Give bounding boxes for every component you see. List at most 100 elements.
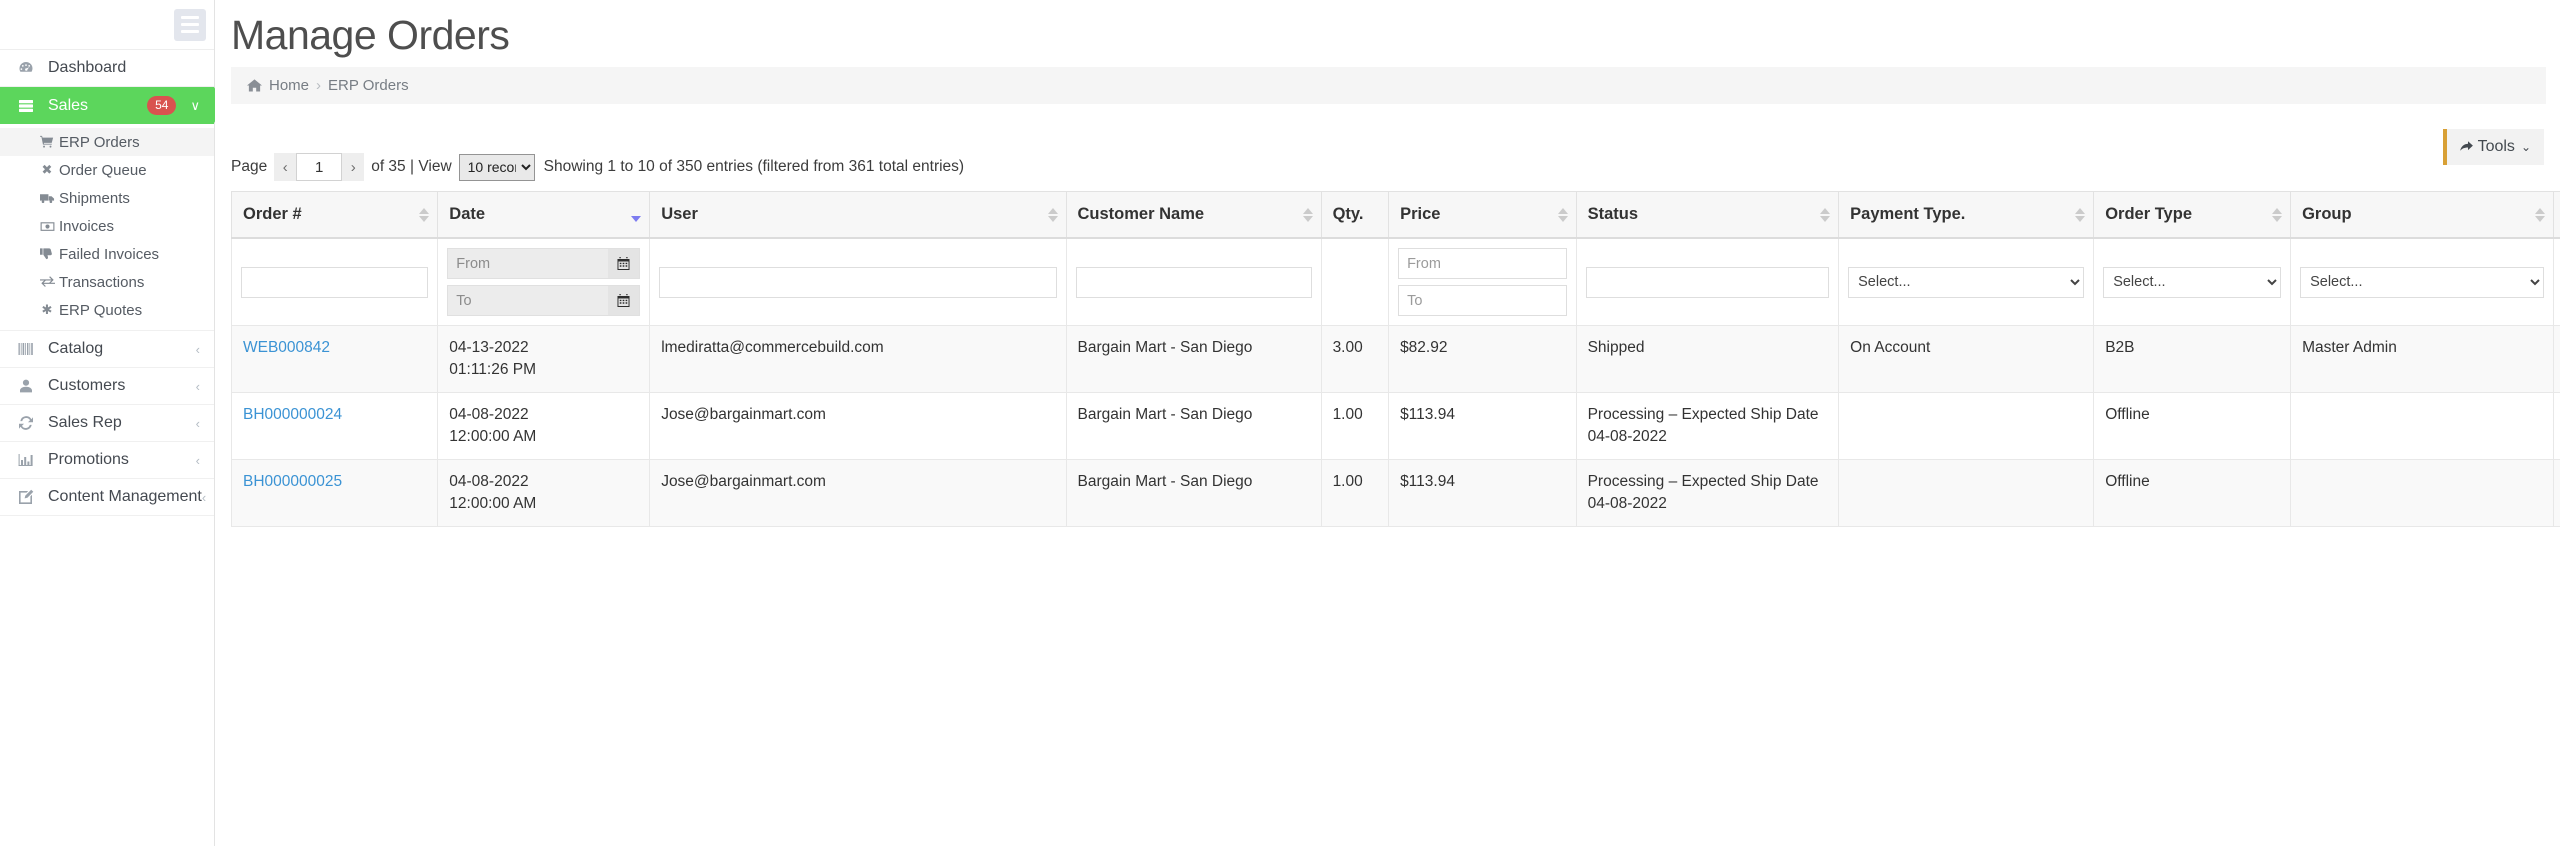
page-number-input[interactable] [296, 153, 342, 181]
sales-submenu: ERP Orders ✖ Order Queue Shipments Invoi… [0, 124, 214, 331]
chevron-right-icon[interactable]: ‹ [202, 490, 206, 505]
exchange-icon [38, 275, 56, 290]
chevron-right-icon[interactable]: ‹ [196, 453, 200, 468]
column-label: Status [1588, 205, 1638, 223]
sidebar-item-content-management[interactable]: Content Management ‹ [0, 479, 214, 516]
filter-date-to-input[interactable] [448, 286, 608, 315]
cell-date: 04-08-2022 12:00:00 AM [438, 393, 650, 460]
filter-cell-qty [1321, 238, 1389, 326]
column-header-customer-name[interactable]: Customer Name [1066, 192, 1321, 239]
cell-actions: View [2553, 393, 2560, 460]
sort-indicator[interactable] [419, 208, 429, 222]
order-link[interactable]: BH000000024 [243, 406, 342, 423]
breadcrumb-separator: › [316, 77, 321, 94]
chevron-down-icon[interactable]: ∨ [190, 98, 200, 114]
sort-indicator[interactable] [1048, 208, 1058, 222]
sidebar-item-transactions[interactable]: Transactions [0, 268, 214, 296]
calendar-icon[interactable] [608, 249, 639, 278]
sidebar-item-sales-rep[interactable]: Sales Rep ‹ [0, 405, 214, 442]
cell-order: WEB000842 [232, 326, 438, 393]
hamburger-bar [181, 16, 199, 19]
column-header-status[interactable]: Status [1576, 192, 1839, 239]
cell-price: $82.92 [1389, 326, 1577, 393]
tools-button[interactable]: Tools ⌄ [2443, 129, 2544, 165]
sidebar-item-catalog[interactable]: Catalog ‹ [0, 331, 214, 368]
filter-cell-customer [1066, 238, 1321, 326]
table-row[interactable]: BH000000024 04-08-2022 12:00:00 AM Jose@… [232, 393, 2560, 460]
column-header-group[interactable]: Group [2291, 192, 2554, 239]
cell-status: Processing – Expected Ship Date 04-08-20… [1576, 393, 1839, 460]
sort-indicator[interactable] [2272, 208, 2282, 222]
column-header-order[interactable]: Order # [232, 192, 438, 239]
sidebar-item-dashboard[interactable]: Dashboard [0, 50, 214, 87]
cell-price: $113.94 [1389, 460, 1577, 527]
sales-badge-count: 54 [147, 96, 176, 114]
sort-indicator[interactable] [1558, 208, 1568, 222]
sidebar-item-promotions[interactable]: Promotions ‹ [0, 442, 214, 479]
filter-user-input[interactable] [659, 267, 1056, 298]
cell-payment-type [1839, 460, 2094, 527]
sidebar-item-label: Promotions [48, 451, 196, 469]
sidebar-item-label: ERP Orders [59, 134, 140, 151]
sidebar-item-erp-orders[interactable]: ERP Orders [0, 128, 214, 156]
sort-indicator[interactable] [1820, 208, 1830, 222]
sidebar-item-failed-invoices[interactable]: Failed Invoices [0, 240, 214, 268]
column-header-order-type[interactable]: Order Type [2094, 192, 2291, 239]
sidebar-item-erp-quotes[interactable]: ✱ ERP Quotes [0, 296, 214, 324]
filter-status-input[interactable] [1586, 267, 1830, 298]
filter-customer-input[interactable] [1076, 267, 1312, 298]
order-link[interactable]: WEB000842 [243, 339, 330, 356]
cell-price: $113.94 [1389, 393, 1577, 460]
filter-date-to-group[interactable] [447, 285, 640, 316]
barcode-icon [14, 341, 38, 357]
column-header-user[interactable]: User [650, 192, 1066, 239]
chevron-right-icon[interactable]: ‹ [196, 379, 200, 394]
sidebar-item-label: Transactions [59, 274, 144, 291]
cell-date: 04-13-2022 01:11:26 PM [438, 326, 650, 393]
sort-indicator-active[interactable] [631, 208, 641, 222]
sidebar-item-sales[interactable]: Sales 54 ∨ [0, 87, 214, 124]
filter-date-from-group[interactable] [447, 248, 640, 279]
sidebar-item-customers[interactable]: Customers ‹ [0, 368, 214, 405]
hamburger-icon[interactable] [174, 9, 206, 41]
table-row[interactable]: BH000000025 04-08-2022 12:00:00 AM Jose@… [232, 460, 2560, 527]
filter-payment-type-select[interactable]: Select... [1848, 267, 2084, 298]
sort-indicator[interactable] [1303, 208, 1313, 222]
sort-indicator[interactable] [2535, 208, 2545, 222]
filter-cell-user [650, 238, 1066, 326]
sidebar-item-invoices[interactable]: Invoices [0, 212, 214, 240]
filter-group-select[interactable]: Select... [2300, 267, 2544, 298]
next-page-button[interactable]: › [342, 153, 364, 181]
chevron-right-icon[interactable]: ‹ [196, 416, 200, 431]
hamburger-bar [181, 23, 199, 26]
filter-price-from-input[interactable] [1398, 248, 1567, 279]
filter-order-type-select[interactable]: Select... [2103, 267, 2281, 298]
column-header-payment-type[interactable]: Payment Type. [1839, 192, 2094, 239]
filter-cell-status [1576, 238, 1839, 326]
column-label: Price [1400, 205, 1440, 223]
order-link[interactable]: BH000000025 [243, 473, 342, 490]
cell-qty: 1.00 [1321, 393, 1389, 460]
cell-user: Jose@bargainmart.com [650, 460, 1066, 527]
table-row[interactable]: WEB000842 04-13-2022 01:11:26 PM lmedira… [232, 326, 2560, 393]
breadcrumb-home-link[interactable]: Home [269, 77, 309, 94]
filter-cell-order [232, 238, 438, 326]
pagination-bar: Page ‹ › of 35 | View 10 records Showing… [215, 150, 2560, 184]
records-per-page-select[interactable]: 10 records [459, 154, 535, 181]
sidebar-item-order-queue[interactable]: ✖ Order Queue [0, 156, 214, 184]
cell-group: Master Admin [2291, 326, 2554, 393]
filter-cell-price [1389, 238, 1577, 326]
column-header-price[interactable]: Price [1389, 192, 1577, 239]
filter-order-input[interactable] [241, 267, 428, 298]
filter-date-from-input[interactable] [448, 249, 608, 278]
cart-icon [38, 135, 56, 149]
calendar-icon[interactable] [608, 286, 639, 315]
asterisk-icon: ✱ [38, 302, 56, 318]
chevron-right-icon[interactable]: ‹ [196, 342, 200, 357]
sidebar-item-shipments[interactable]: Shipments [0, 184, 214, 212]
prev-page-button[interactable]: ‹ [274, 153, 296, 181]
sort-indicator[interactable] [2075, 208, 2085, 222]
showing-entries-text: Showing 1 to 10 of 350 entries (filtered… [544, 158, 964, 176]
column-header-date[interactable]: Date [438, 192, 650, 239]
filter-price-to-input[interactable] [1398, 285, 1567, 316]
